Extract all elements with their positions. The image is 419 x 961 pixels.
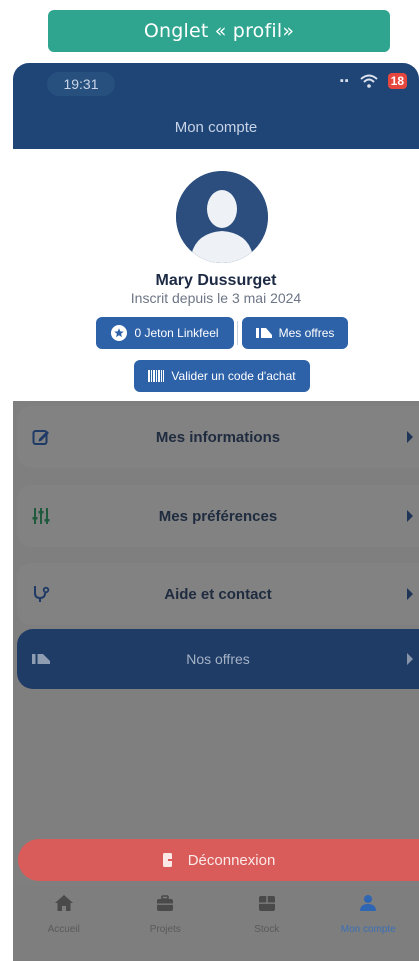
barcode-icon	[148, 370, 165, 382]
my-offers-button[interactable]: Mes offres	[242, 317, 348, 349]
button-divider	[237, 321, 238, 345]
ticket-icon	[255, 328, 272, 338]
user-silhouette-icon	[176, 171, 268, 263]
user-name: Mary Dussurget	[155, 272, 277, 289]
validate-code-button[interactable]: Valider un code d'achat	[134, 360, 310, 392]
validate-code-label: Valider un code d'achat	[171, 369, 296, 383]
wifi-icon	[359, 74, 378, 88]
menu-item-label: Mes préférences	[158, 507, 278, 525]
tab-stock[interactable]: Stock	[216, 886, 318, 961]
menu-item-label: Mes informations	[155, 428, 281, 446]
menu-area: Mes informations Mes préférences Aide et…	[13, 401, 419, 961]
stock-icon	[258, 896, 275, 911]
home-icon	[54, 895, 73, 911]
logout-label: Déconnexion	[187, 851, 276, 869]
page-title: Mon compte	[174, 119, 258, 136]
briefcase-icon	[157, 895, 174, 911]
tab-label: Mon compte	[340, 924, 396, 935]
menu-item-our-offers[interactable]: Nos offres	[17, 629, 419, 689]
menu-item-label: Nos offres	[186, 651, 250, 667]
user-icon	[360, 895, 377, 911]
chevron-right-icon	[407, 588, 413, 600]
token-button[interactable]: 0 Jeton Linkfeel	[96, 317, 234, 349]
ticket-icon	[32, 654, 50, 664]
tab-label: Stock	[254, 924, 280, 935]
signal-icon: ▪▪	[339, 75, 350, 87]
bottom-tab-bar: Accueil Projets Stock Mon compte	[13, 886, 419, 961]
logout-button[interactable]: Déconnexion	[18, 839, 419, 881]
my-offers-label: Mes offres	[278, 326, 335, 340]
chevron-right-icon	[407, 653, 413, 665]
tab-label: Projets	[149, 924, 181, 935]
logout-icon	[162, 853, 178, 867]
tab-home[interactable]: Accueil	[13, 886, 115, 961]
phone-screen: 19:31 ▪▪ 18 Mon compte Mary Dussurget In…	[13, 63, 419, 961]
caption-banner: Onglet « profil»	[48, 10, 390, 52]
tab-projects[interactable]: Projets	[115, 886, 217, 961]
battery-indicator: 18	[387, 73, 407, 89]
token-button-label: 0 Jeton Linkfeel	[134, 326, 219, 340]
chevron-right-icon	[407, 431, 413, 443]
tab-my-account[interactable]: Mon compte	[318, 886, 419, 961]
stethoscope-icon	[34, 586, 50, 602]
status-time: 19:31	[47, 72, 115, 96]
menu-item-my-information[interactable]: Mes informations	[17, 406, 419, 468]
star-icon	[111, 325, 128, 341]
app-header: 19:31 ▪▪ 18 Mon compte	[13, 63, 419, 149]
chevron-right-icon	[407, 510, 413, 522]
menu-item-my-preferences[interactable]: Mes préférences	[17, 485, 419, 547]
sliders-icon	[32, 508, 50, 524]
menu-item-label: Aide et contact	[164, 585, 272, 603]
edit-icon	[32, 430, 49, 445]
status-icons: ▪▪ 18	[340, 73, 407, 89]
tab-label: Accueil	[47, 924, 80, 935]
menu-item-help-contact[interactable]: Aide et contact	[17, 563, 419, 625]
profile-section: Mary Dussurget Inscrit depuis le 3 mai 2…	[13, 149, 419, 401]
member-since: Inscrit depuis le 3 mai 2024	[130, 290, 302, 306]
avatar	[176, 171, 268, 263]
